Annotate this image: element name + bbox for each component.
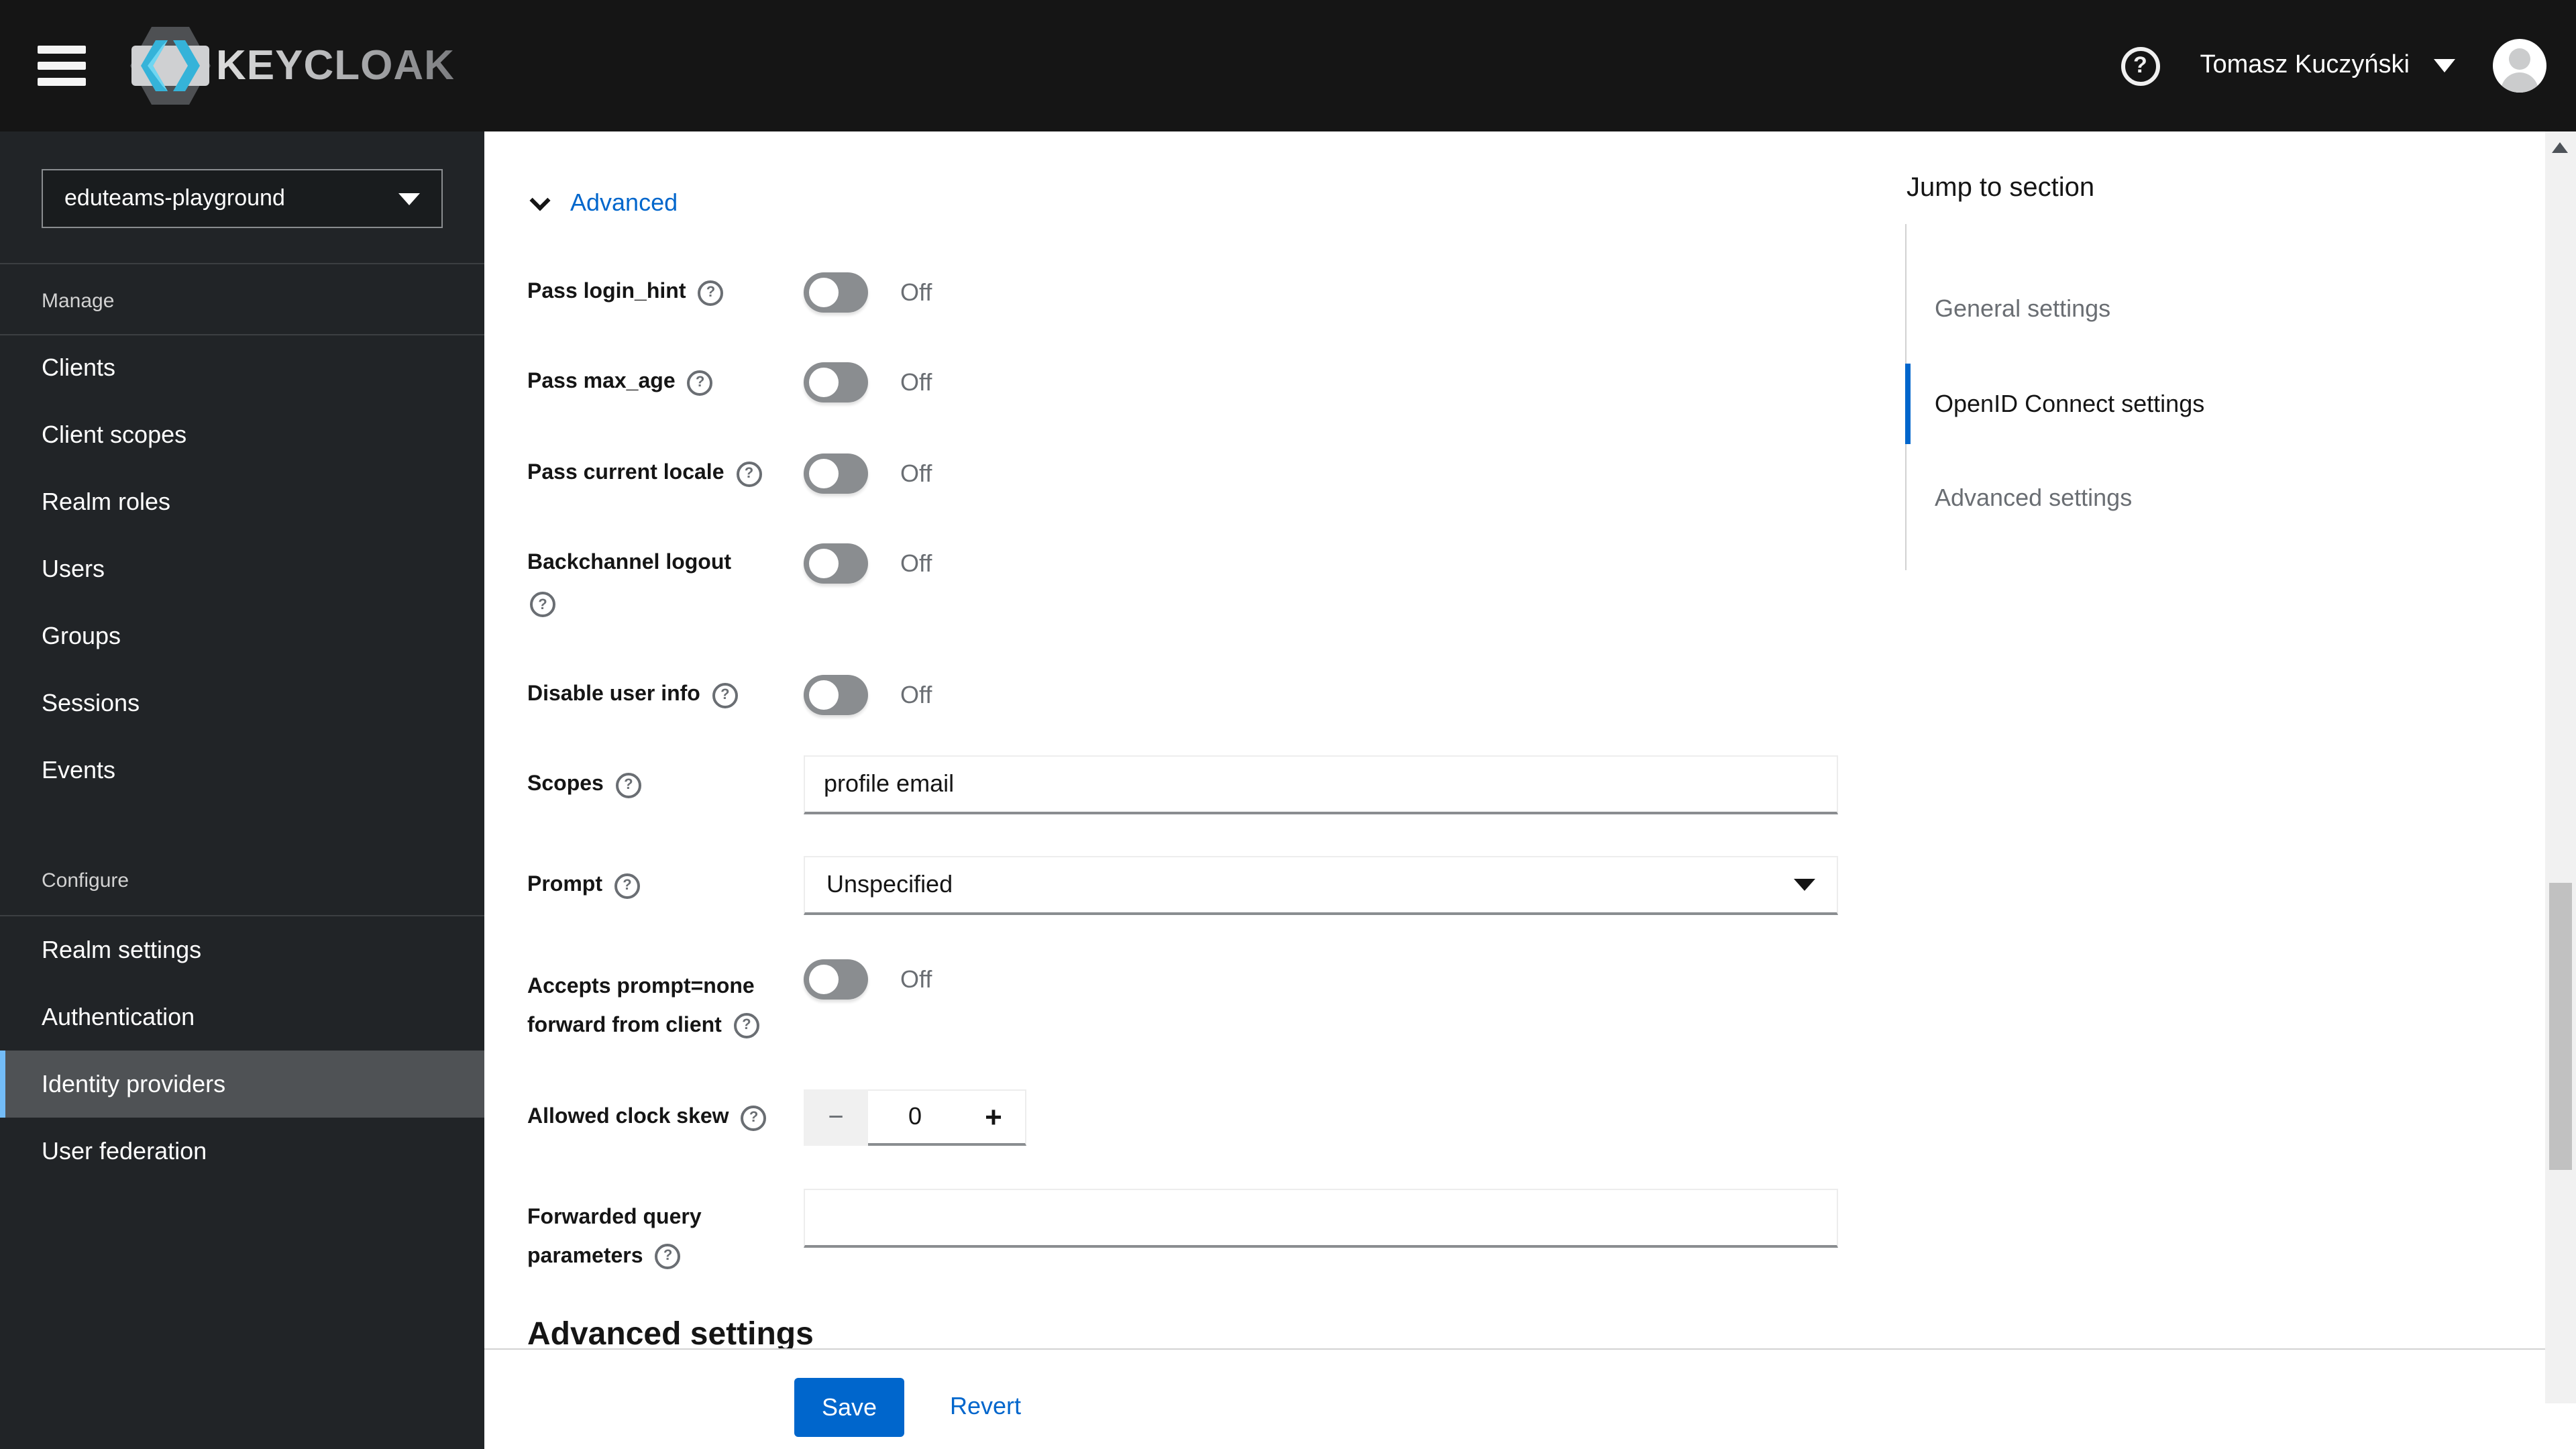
form-row-accepts-prompt-none: Off [804,959,932,1000]
help-icon[interactable]: ? [736,461,762,486]
minus-button[interactable]: − [804,1089,868,1146]
prompt-select-value: Unspecified [826,871,953,898]
jump-item-general-settings[interactable]: General settings [1935,294,2110,323]
help-icon[interactable]: ? [614,873,640,898]
revert-button[interactable]: Revert [950,1393,1021,1421]
jump-item-advanced-settings[interactable]: Advanced settings [1935,483,2132,513]
vertical-scrollbar [2545,131,2576,1403]
divider [0,263,484,264]
scopes-input[interactable] [804,755,1838,814]
sidebar-item-groups[interactable]: Groups [0,602,484,669]
field-label-forwarded-query: Forwarded query parameters? [527,1206,702,1269]
pass-login-hint-toggle[interactable] [804,272,868,313]
form-row-prompt: Prompt? Unspecified [527,856,1838,915]
form-row-pass-current-locale: Pass current locale? Off [527,453,932,494]
help-icon[interactable]: ? [741,1105,767,1130]
chevron-down-icon [2434,59,2455,72]
field-label: Pass max_age [527,370,676,393]
jump-item-openid-connect-settings[interactable]: OpenID Connect settings [1935,389,2204,419]
avatar[interactable] [2493,39,2546,93]
sidebar-item-sessions[interactable]: Sessions [0,669,484,737]
toggle-state-label: Off [900,681,932,708]
field-label: Prompt [527,873,602,896]
form-row-disable-user-info: Disable user info? Off [527,675,932,715]
field-label: Pass current locale [527,462,724,484]
form-row-backchannel-logout: Backchannel logout Off [527,543,932,584]
save-button[interactable]: Save [794,1378,904,1437]
toggle-state-label: Off [900,278,932,305]
backchannel-logout-toggle[interactable] [804,543,868,584]
disable-user-info-toggle[interactable] [804,675,868,715]
sidebar-nav: eduteams-playground Manage Clients Clien… [0,131,484,1449]
field-label: Scopes [527,773,604,796]
user-menu-name[interactable]: Tomasz Kuczyński [2200,51,2410,80]
form-action-bar: Save Revert [484,1348,2576,1449]
field-label: Pass login_hint [527,280,686,303]
help-icon[interactable]: ? [698,280,724,305]
help-icon[interactable]: ? [530,592,555,617]
toggle-state-label: Off [900,368,932,395]
help-icon[interactable]: ? [712,682,738,708]
help-icon[interactable]: ? [687,370,713,395]
hamburger-menu-icon[interactable] [38,46,86,86]
form-row-scopes: Scopes? [527,755,1838,814]
help-icon[interactable]: ? [733,1013,759,1038]
form-row-pass-max-age: Pass max_age? Off [527,362,932,402]
help-icon[interactable]: ? [655,1244,681,1269]
nav-group-label-configure: Configure [42,869,129,892]
realm-selector[interactable]: eduteams-playground [42,169,443,228]
plus-button[interactable]: + [962,1089,1026,1146]
pass-max-age-toggle[interactable] [804,362,868,402]
pass-current-locale-toggle[interactable] [804,453,868,494]
field-label: Backchannel logout [527,551,732,574]
form-row-allowed-clock-skew: Allowed clock skew? − 0 + [527,1089,1026,1146]
keycloak-logo[interactable]: KEYCLOAK [127,23,455,109]
accepts-prompt-none-toggle[interactable] [804,959,868,1000]
prompt-select[interactable]: Unspecified [804,856,1838,915]
realm-selector-value: eduteams-playground [64,185,285,211]
scrollbar-thumb[interactable] [2549,883,2572,1170]
nav-group-label-manage: Manage [42,290,115,313]
chevron-down-icon [529,189,551,211]
sidebar-item-events[interactable]: Events [0,737,484,804]
field-label-accepts-prompt-none: Accepts prompt=none forward from client? [527,967,812,1045]
clock-skew-stepper: − 0 + [804,1089,1026,1146]
keycloak-shield-icon [130,27,211,105]
field-label: Disable user info [527,683,700,706]
masthead: KEYCLOAK ? Tomasz Kuczyński [0,0,2576,131]
sidebar-item-client-scopes[interactable]: Client scopes [0,401,484,468]
sidebar-item-realm-roles[interactable]: Realm roles [0,468,484,535]
chevron-down-icon [1794,879,1815,891]
toggle-state-label: Off [900,460,932,486]
jump-to-section-title: Jump to section [1907,173,2095,203]
scroll-up-arrow-icon[interactable] [2552,142,2568,153]
help-icon[interactable]: ? [615,772,641,798]
sidebar-item-user-federation[interactable]: User federation [0,1118,484,1185]
help-icon[interactable]: ? [2121,46,2160,85]
sidebar-item-authentication[interactable]: Authentication [0,983,484,1051]
chevron-down-icon [398,193,420,205]
toggle-state-label: Off [900,549,932,576]
clock-skew-value[interactable]: 0 [868,1089,962,1146]
form-row-pass-login-hint: Pass login_hint? Off [527,272,932,313]
sidebar-item-clients[interactable]: Clients [0,334,484,401]
keycloak-admin-console: KEYCLOAK ? Tomasz Kuczyński eduteams-pla… [0,0,2576,1449]
header-toolbar: ? Tomasz Kuczyński [2121,0,2546,131]
sidebar-item-realm-settings[interactable]: Realm settings [0,916,484,983]
sidebar-item-users[interactable]: Users [0,535,484,602]
brand-text: KEYCLOAK [216,42,455,89]
active-section-indicator [1905,364,1911,444]
advanced-expandable-toggle[interactable]: Advanced [529,189,678,217]
field-label: Allowed clock skew [527,1106,729,1128]
forwarded-query-input[interactable] [804,1189,1838,1248]
advanced-expandable-label: Advanced [570,189,678,216]
sidebar-item-identity-providers[interactable]: Identity providers [0,1051,484,1118]
toggle-state-label: Off [900,965,932,992]
